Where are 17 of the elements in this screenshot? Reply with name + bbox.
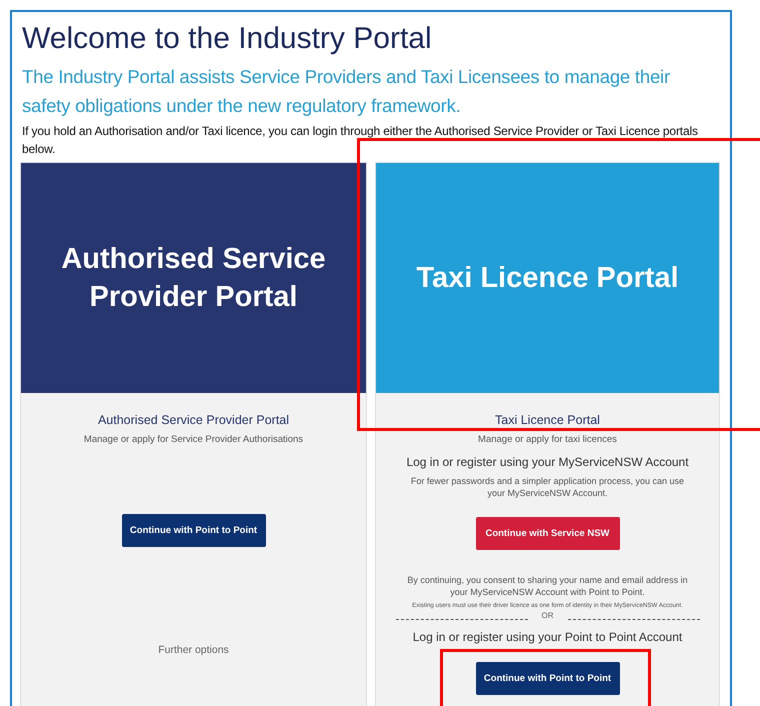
portal-heading: Taxi Licence Portal	[495, 413, 600, 427]
intro-text: If you hold an Authorisation and/or Taxi licence, you can login through either the Authorised Service Provider or Taxi Licence portals below.	[22, 123, 699, 158]
login-heading: Log in or register using your MyServiceNSW Account	[406, 455, 689, 469]
portal-heading: Authorised Service Provider Portal	[98, 413, 290, 427]
portal-description: Manage or apply for taxi licences	[478, 434, 617, 445]
portal-banner[interactable]: Authorised Service Provider Portal	[21, 163, 366, 393]
page-title: Welcome to the Industry Portal	[22, 21, 433, 57]
continue-button[interactable]: Continue with Point to Point	[476, 662, 620, 695]
continue-button[interactable]: Continue with Point to Point	[122, 514, 266, 547]
info-text: By continuing, you consent to sharing your name and email address in your MyServiceNSW Account with Point to Point.	[406, 574, 689, 598]
info-text: For fewer passwords and a simpler application process, you can use your MyServiceNSW Account.	[410, 475, 686, 499]
or-separator: OR	[542, 611, 554, 620]
continue-button[interactable]: Continue with Service NSW	[476, 517, 620, 550]
login-heading: Log in or register using your Point to Point Account	[412, 630, 682, 644]
portal-description: Manage or apply for Service Provider Authorisations	[84, 434, 304, 445]
further-options-link[interactable]: Further options	[158, 644, 229, 656]
page-subtitle: The Industry Portal assists Service Providers and Taxi Licensees to manage their safety obligations under the new regulatory framework.	[22, 65, 671, 118]
